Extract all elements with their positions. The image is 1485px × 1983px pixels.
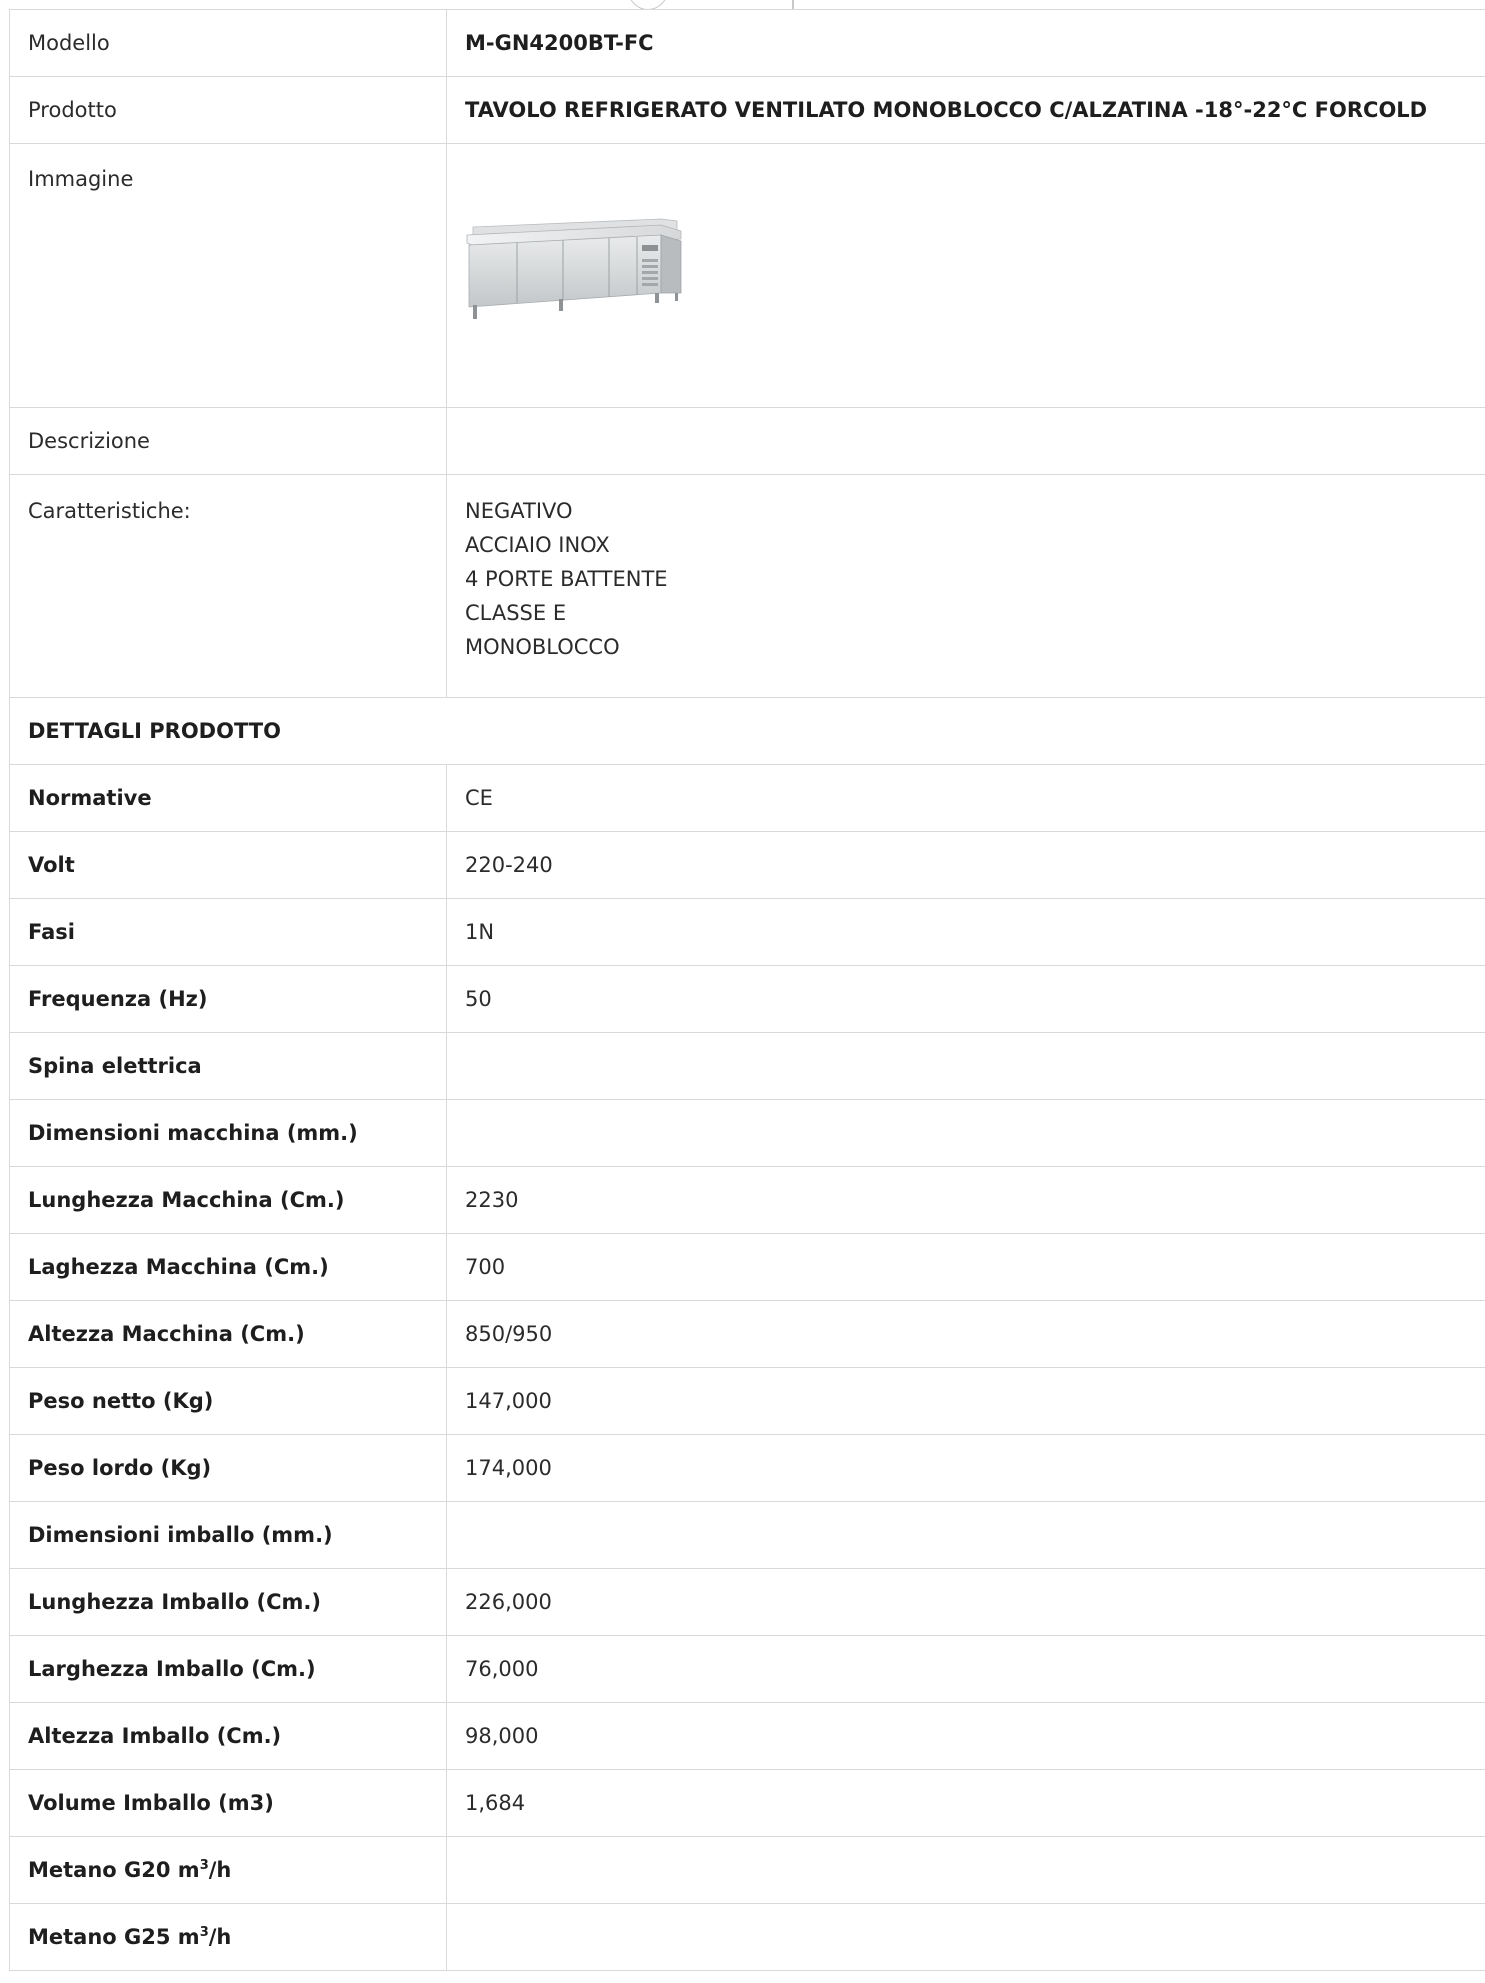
detail-row: Dimensioni imballo (mm.): [9, 1501, 1485, 1569]
detail-label: Peso netto (Kg): [9, 1367, 447, 1435]
detail-label: Fasi: [9, 898, 447, 966]
row-immagine: Immagine: [9, 143, 1485, 408]
section-header-row: DETTAGLI PRODOTTO: [9, 697, 1485, 765]
gas-label: Metano G20 m3/h: [9, 1836, 447, 1904]
detail-value: CE: [446, 764, 1485, 832]
label-prodotto: Prodotto: [9, 76, 447, 144]
gas-row: Metano G20 m3/h: [9, 1836, 1485, 1904]
detail-row: Spina elettrica: [9, 1032, 1485, 1100]
detail-row: Lunghezza Imballo (Cm.) 226,000: [9, 1568, 1485, 1636]
gas-value: [446, 1836, 1485, 1904]
label-immagine: Immagine: [9, 143, 447, 408]
detail-label: Lunghezza Imballo (Cm.): [9, 1568, 447, 1636]
gas-label: Metano G25 m3/h: [9, 1903, 447, 1971]
detail-value: 76,000: [446, 1635, 1485, 1703]
gas-label-sup: 3: [199, 1858, 209, 1873]
detail-row: Volt 220-240: [9, 831, 1485, 899]
label-modello: Modello: [9, 9, 447, 77]
feature-item: MONOBLOCCO: [465, 635, 620, 659]
refrigerated-counter-image[interactable]: [465, 215, 683, 325]
detail-value: [446, 1032, 1485, 1100]
detail-label: Dimensioni macchina (mm.): [9, 1099, 447, 1167]
detail-label: Volt: [9, 831, 447, 899]
detail-value: 1N: [446, 898, 1485, 966]
gas-label-sup: 3: [199, 1925, 209, 1940]
row-modello: Modello M-GN4200BT-FC: [9, 9, 1485, 77]
label-caratteristiche: Caratteristiche:: [9, 474, 447, 698]
detail-row: Volume Imballo (m3) 1,684: [9, 1769, 1485, 1837]
detail-label: Peso lordo (Kg): [9, 1434, 447, 1502]
product-spec-table: Modello M-GN4200BT-FC Prodotto TAVOLO RE…: [9, 9, 1485, 1971]
detail-value: 98,000: [446, 1702, 1485, 1770]
value-prodotto: TAVOLO REFRIGERATO VENTILATO MONOBLOCCO …: [446, 76, 1485, 144]
value-modello: M-GN4200BT-FC: [446, 9, 1485, 77]
gas-label-prefix: Metano G20 m: [28, 1858, 200, 1882]
detail-value: 2230: [446, 1166, 1485, 1234]
detail-label: Lunghezza Macchina (Cm.): [9, 1166, 447, 1234]
label-descrizione: Descrizione: [9, 407, 447, 475]
detail-value: 700: [446, 1233, 1485, 1301]
gas-label-suffix: /h: [208, 1925, 232, 1949]
detail-row: Peso lordo (Kg) 174,000: [9, 1434, 1485, 1502]
detail-row: Fasi 1N: [9, 898, 1485, 966]
detail-label: Frequenza (Hz): [9, 965, 447, 1033]
row-caratteristiche: Caratteristiche: NEGATIVO ACCIAIO INOX 4…: [9, 474, 1485, 698]
detail-label: Laghezza Macchina (Cm.): [9, 1233, 447, 1301]
detail-label: Volume Imballo (m3): [9, 1769, 447, 1837]
feature-item: ACCIAIO INOX: [465, 533, 610, 557]
detail-row: Normative CE: [9, 764, 1485, 832]
detail-value: [446, 1099, 1485, 1167]
value-descrizione: [446, 407, 1485, 475]
detail-row: Peso netto (Kg) 147,000: [9, 1367, 1485, 1435]
detail-label: Normative: [9, 764, 447, 832]
detail-label: Altezza Imballo (Cm.): [9, 1702, 447, 1770]
value-caratteristiche: NEGATIVO ACCIAIO INOX 4 PORTE BATTENTE C…: [446, 474, 1485, 698]
detail-value: 220-240: [446, 831, 1485, 899]
row-descrizione: Descrizione: [9, 407, 1485, 475]
detail-value: 50: [446, 965, 1485, 1033]
detail-label: Altezza Macchina (Cm.): [9, 1300, 447, 1368]
feature-item: NEGATIVO: [465, 499, 573, 523]
detail-row: Larghezza Imballo (Cm.) 76,000: [9, 1635, 1485, 1703]
detail-value: 850/950: [446, 1300, 1485, 1368]
detail-value: 226,000: [446, 1568, 1485, 1636]
detail-label: Dimensioni imballo (mm.): [9, 1501, 447, 1569]
feature-item: CLASSE E: [465, 601, 567, 625]
detail-row: Dimensioni macchina (mm.): [9, 1099, 1485, 1167]
gas-value: [446, 1903, 1485, 1971]
gas-row: Metano G25 m3/h: [9, 1903, 1485, 1971]
detail-value: 1,684: [446, 1769, 1485, 1837]
value-immagine: [446, 143, 1485, 408]
feature-item: 4 PORTE BATTENTE: [465, 567, 668, 591]
row-prodotto: Prodotto TAVOLO REFRIGERATO VENTILATO MO…: [9, 76, 1485, 144]
gas-label-prefix: Metano G25 m: [28, 1925, 200, 1949]
detail-value: [446, 1501, 1485, 1569]
gas-label-suffix: /h: [208, 1858, 232, 1882]
detail-row: Altezza Imballo (Cm.) 98,000: [9, 1702, 1485, 1770]
detail-row: Frequenza (Hz) 50: [9, 965, 1485, 1033]
section-title: DETTAGLI PRODOTTO: [9, 697, 1485, 765]
detail-label: Spina elettrica: [9, 1032, 447, 1100]
divider: [792, 0, 794, 9]
detail-row: Laghezza Macchina (Cm.) 700: [9, 1233, 1485, 1301]
detail-value: 174,000: [446, 1434, 1485, 1502]
detail-row: Lunghezza Macchina (Cm.) 2230: [9, 1166, 1485, 1234]
detail-label: Larghezza Imballo (Cm.): [9, 1635, 447, 1703]
detail-value: 147,000: [446, 1367, 1485, 1435]
detail-row: Altezza Macchina (Cm.) 850/950: [9, 1300, 1485, 1368]
